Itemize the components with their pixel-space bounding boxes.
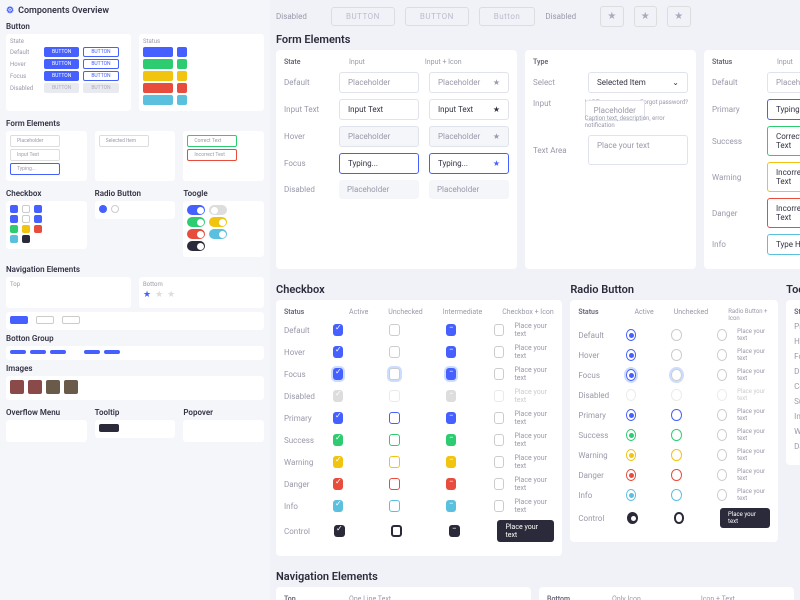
star-icon: ★ [493,159,500,168]
radio-matrix: StatusActiveUncheckedRadio Button + Icon… [570,300,778,542]
btngroup-section-title: Botton Group [6,334,264,343]
disabled-buttons-row: Disabled BUTTON BUTTON Button Disabled ★… [276,6,794,27]
form-elements-title: Form Elements [276,33,794,46]
star-icon: ★ [493,132,500,141]
page-title: ⚙Components Overview [6,6,264,16]
gear-icon: ⚙ [6,6,14,16]
checkbox-section-title: Checkbox [6,189,87,198]
radio-section-title: Radio Button [95,189,176,198]
checkbox-card [6,201,87,249]
toggle-column: Status Primary Hover Focus Disabled Cont… [786,300,800,465]
star-icon: ★ [607,11,616,22]
control-pill[interactable]: Place your text [497,520,554,542]
star-icon: ★ [493,78,500,87]
toggle-title: Toogle [786,283,800,296]
textarea-input[interactable]: Place your text [588,135,688,165]
nav-bottom-card: BottomOnly IconIcon + Text Five★★★★★ Fou… [539,587,794,600]
button-states-card: State DefaultBUTTONBUTTON HoverBUTTONBUT… [6,34,131,111]
form-state-card: StateInputInput + Icon DefaultPlaceholde… [276,50,517,269]
star-icon: ★ [674,11,683,22]
nav-elements-title: Navigation Elements [276,570,794,583]
star-icon: ★ [641,11,650,22]
form-section-title: Form Elements [6,119,264,128]
form-status-card: StatusInput DefaultPlaceholder PrimaryTy… [704,50,800,269]
primary-button[interactable]: BUTTON [44,47,79,57]
images-section-title: Images [6,364,264,373]
chevron-down-icon: ⌄ [672,78,679,87]
radio[interactable] [626,329,636,341]
button-status-card: Status [139,34,264,111]
select-input[interactable]: Selected Item⌄ [588,72,688,93]
checkbox-matrix: StatusActiveUncheckedIntermediateCheckbo… [276,300,562,556]
disabled-button: BUTTON [331,7,395,26]
button-section-title: Button [6,22,264,31]
nav-top-card: TopOne Line Text Left Text←Title★★★ Cent… [276,587,531,600]
outline-button[interactable]: BUTTON [83,47,118,57]
checkbox[interactable] [333,324,343,336]
toggle-section-title: Toogle [183,189,264,198]
nav-section-title: Navigation Elements [6,265,264,274]
text-input[interactable]: Placeholder [339,72,419,93]
star-icon: ★ [493,105,500,114]
detail-panel: Disabled BUTTON BUTTON Button Disabled ★… [270,0,800,600]
checkbox-title: Checkbox [276,283,562,296]
overview-panel: ⚙Components Overview Button State Defaul… [0,0,270,600]
form-type-card: Type SelectSelected Item⌄ InputLABELForg… [525,50,696,269]
radio-title: Radio Button [570,283,778,296]
